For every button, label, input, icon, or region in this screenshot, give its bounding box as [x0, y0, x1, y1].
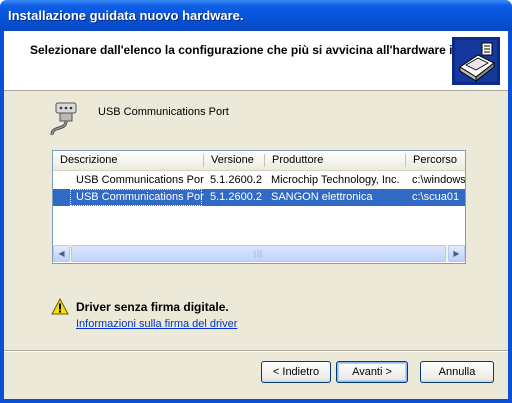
warning-icon: [51, 298, 69, 315]
title-bar[interactable]: Installazione guidata nuovo hardware.: [0, 0, 512, 31]
serial-port-icon: [50, 102, 77, 136]
cell-description: USB Communications Port: [76, 174, 204, 186]
device-name: USB Communications Port: [98, 106, 229, 118]
column-header-description[interactable]: Descrizione: [53, 151, 201, 170]
driver-signing-link[interactable]: Informazioni sulla firma del driver: [76, 318, 237, 330]
hardware-wizard-icon: [452, 37, 500, 85]
cell-version: 5.1.2600.2: [210, 191, 262, 203]
column-header-path[interactable]: Percorso: [406, 151, 465, 170]
scroll-left-button[interactable]: ◀: [53, 245, 70, 262]
cell-path: c:\windows: [412, 174, 465, 186]
cell-manufacturer: SANGON elettronica: [271, 191, 373, 203]
horizontal-scrollbar[interactable]: ◀ ||| ▶: [53, 245, 465, 262]
table-row-selected[interactable]: USB Communications Port 5.1.2600.2 SANGO…: [53, 189, 465, 206]
scroll-right-button[interactable]: ▶: [448, 245, 465, 262]
window-title: Installazione guidata nuovo hardware.: [8, 8, 244, 23]
chevron-right-icon: ▶: [453, 249, 460, 258]
header-instruction: Selezionare dall'elenco la configurazion…: [30, 43, 488, 57]
cell-description: USB Communications Port: [76, 191, 204, 203]
cell-version: 5.1.2600.2: [210, 174, 262, 186]
wizard-window: Installazione guidata nuovo hardware. Se…: [0, 0, 512, 403]
back-button[interactable]: < Indietro: [261, 361, 331, 383]
column-header-manufacturer[interactable]: Produttore: [265, 151, 405, 170]
divider: [4, 350, 508, 352]
grip-icon: |||: [253, 249, 264, 258]
warning-title: Driver senza firma digitale.: [76, 300, 229, 314]
chevron-left-icon: ◀: [58, 249, 65, 258]
dialog-body: Selezionare dall'elenco la configurazion…: [4, 31, 508, 399]
table-row[interactable]: USB Communications Port 5.1.2600.2 Micro…: [53, 172, 465, 189]
scroll-thumb[interactable]: |||: [71, 245, 446, 262]
cell-path: c:\scua01: [412, 191, 460, 203]
cell-manufacturer: Microchip Technology, Inc.: [271, 174, 400, 186]
wizard-header: Selezionare dall'elenco la configurazion…: [4, 31, 508, 91]
list-header: Descrizione Versione Produttore Percorso: [53, 151, 465, 171]
next-button-label: Avanti >: [352, 366, 392, 378]
column-header-version[interactable]: Versione: [204, 151, 264, 170]
next-button[interactable]: Avanti >: [336, 361, 408, 383]
driver-list[interactable]: Descrizione Versione Produttore Percorso…: [52, 150, 466, 264]
cancel-button[interactable]: Annulla: [420, 361, 494, 383]
